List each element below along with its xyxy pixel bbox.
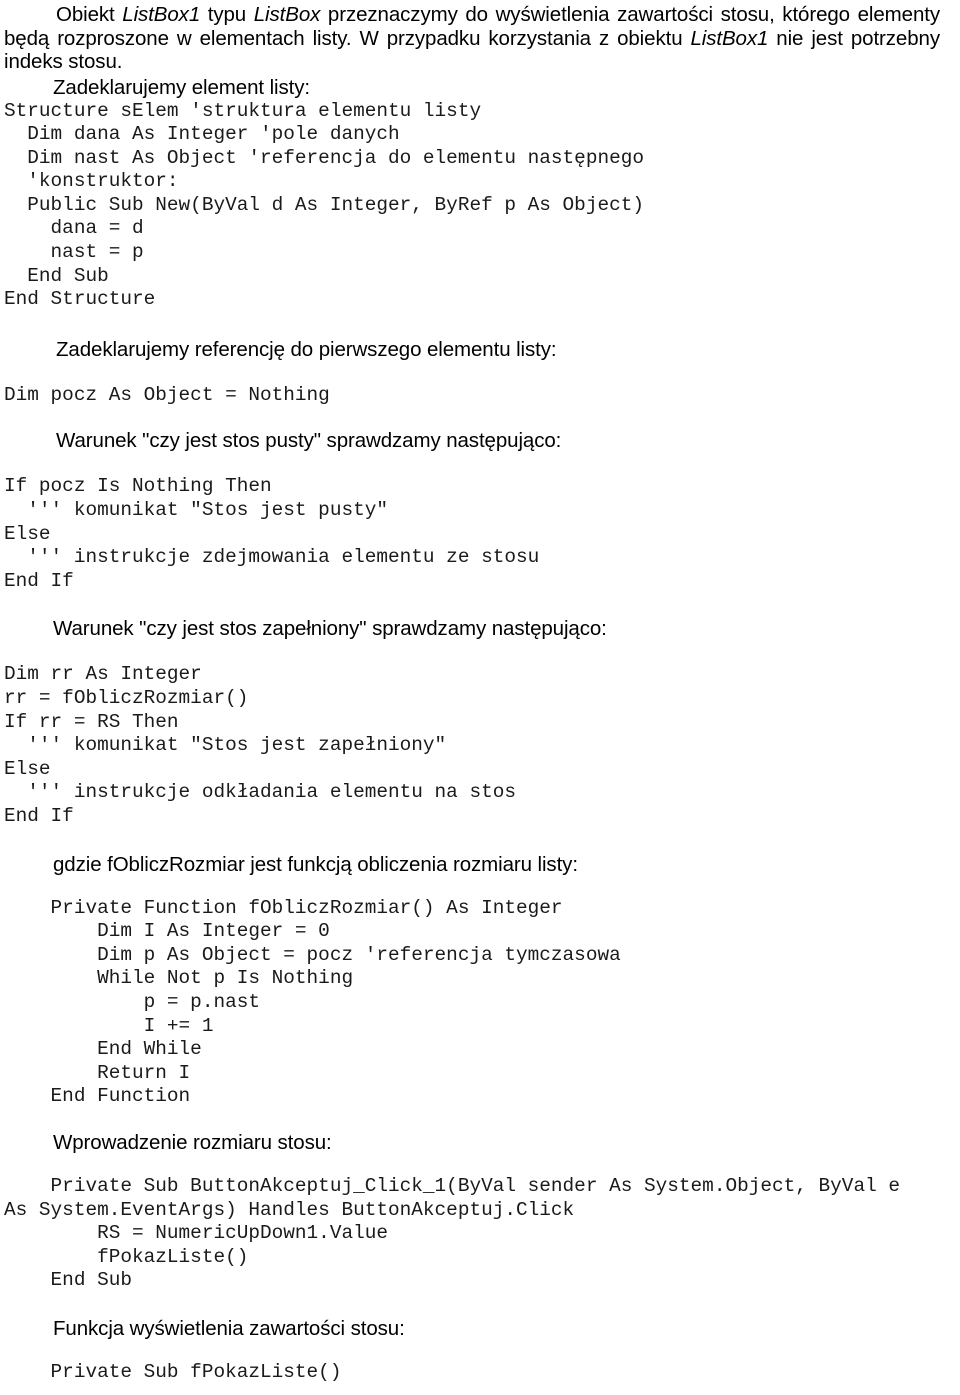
heading-element-listy: Zadeklarujemy element listy: [53,75,310,99]
code-block-funkcja-wyswietlenia: Private Sub fPokazListe() [4,1360,342,1383]
code-block-foblicz-rozmiar: Private Function fObliczRozmiar() As Int… [50,896,621,1108]
code-block-wprowadzenie-rozmiaru: Private Sub ButtonAkceptuj_Click_1(ByVal… [4,1174,900,1292]
heading-foblicz-rozmiar: gdzie fObliczRozmiar jest funkcją oblicz… [53,852,578,876]
code-block-stos-pusty: If pocz Is Nothing Then ''' komunikat "S… [4,475,540,592]
code-block-referencja-pierwszy: Dim pocz As Object = Nothing [4,383,330,406]
emphasised-term: ListBox [253,3,321,26]
heading-referencja-pierwszy: Zadeklarujemy referencję do pierwszego e… [56,337,557,361]
emphasised-term: ListBox1 [690,26,769,50]
heading-funkcja-wyswietlenia: Funkcja wyświetlenia zawartości stosu: [53,1316,405,1340]
heading-wprowadzenie-rozmiaru: Wprowadzenie rozmiaru stosu: [53,1130,332,1154]
heading-stos-pusty: Warunek "czy jest stos pusty" sprawdzamy… [56,429,562,453]
emphasised-term: ListBox1 [122,3,201,26]
document-page: Obiekt ListBox1 typu ListBox przeznaczym… [0,0,960,1395]
intro-paragraph: Obiekt ListBox1 typu ListBox przeznaczym… [0,0,960,74]
paragraph-text: typu [200,3,254,26]
code-block-stos-zapelniony: Dim rr As Integer rr = fObliczRozmiar() … [4,663,516,827]
heading-stos-zapelniony: Warunek "czy jest stos zapełniony" spraw… [53,617,607,641]
code-block-element-listy: Structure sElem 'struktura elementu list… [4,99,644,311]
paragraph-text: Obiekt [56,3,123,26]
